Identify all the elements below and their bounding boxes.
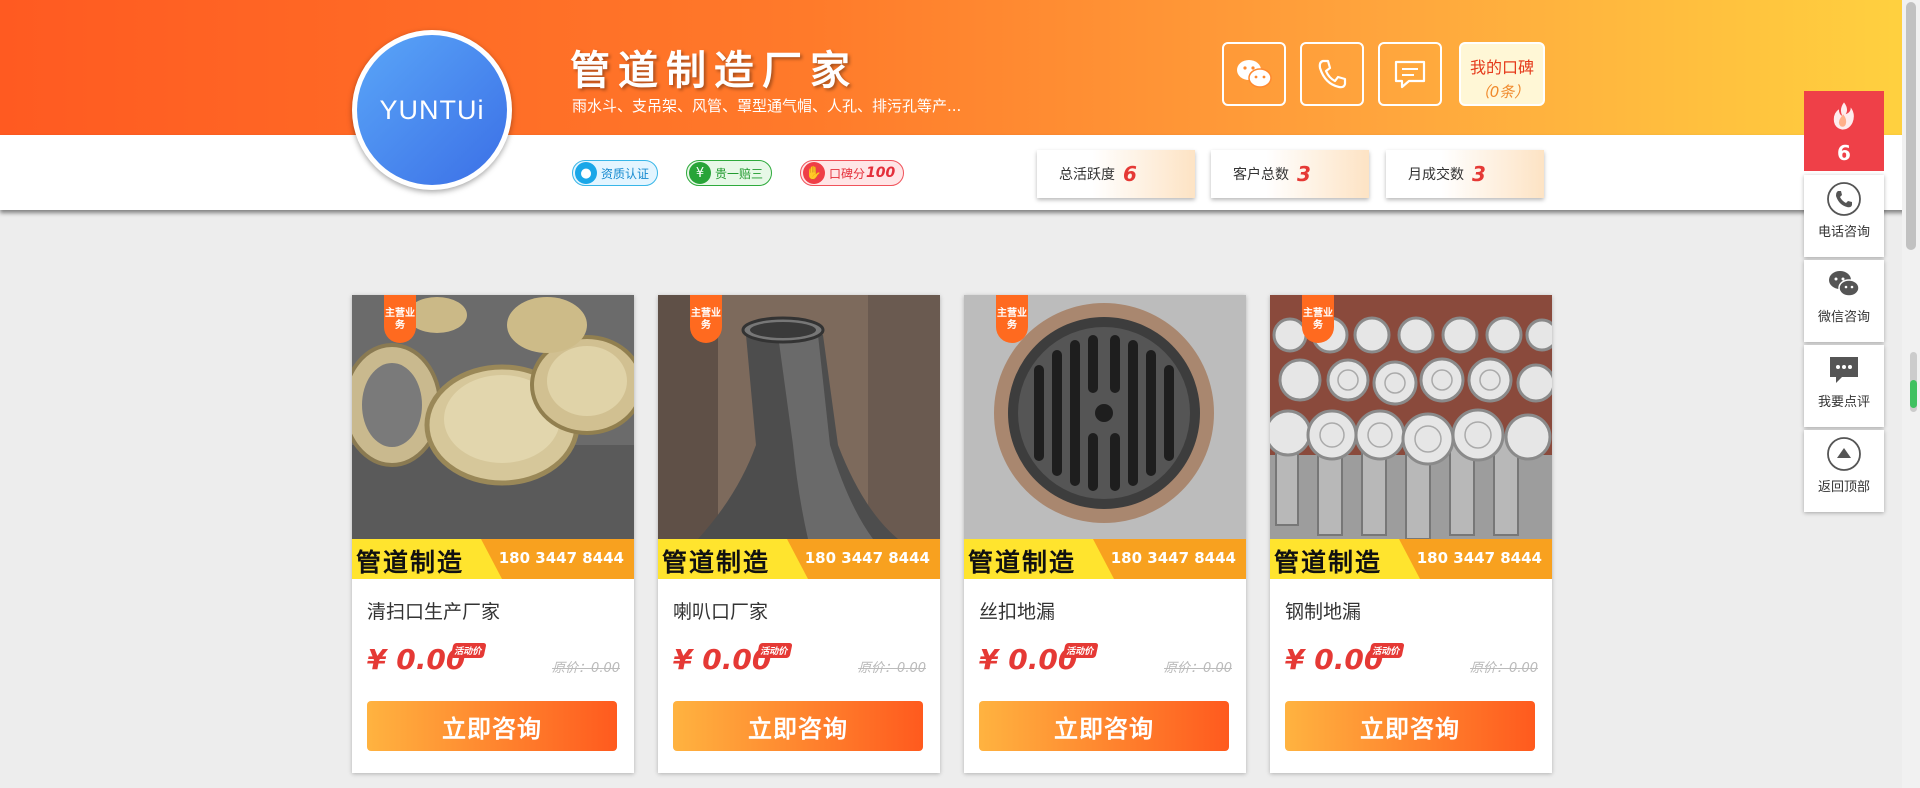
logo-text: YUNTUi bbox=[357, 35, 507, 185]
back-to-top-label: 返回顶部 bbox=[1817, 480, 1870, 495]
promo-strip: 管道制造 180 3447 8444 bbox=[352, 539, 634, 579]
original-price: 原价：0.00 bbox=[1470, 661, 1538, 676]
reputation-label: 我的口碑 bbox=[1469, 58, 1534, 77]
wechat-consult-label: 微信咨询 bbox=[1817, 310, 1870, 325]
yuan-icon: ¥ bbox=[689, 162, 711, 184]
consult-now-button[interactable]: 立即咨询 bbox=[1285, 701, 1535, 751]
promo-strip: 管道制造 180 3447 8444 bbox=[658, 539, 940, 579]
reputation-score-badge: ✋ 口碑分 100 bbox=[800, 160, 905, 186]
product-card[interactable]: 主营业务 管道制造 180 3447 8444 钢制地漏 ¥ 0.00 活动价 … bbox=[1270, 295, 1552, 773]
message-icon bbox=[1394, 60, 1426, 89]
promo-title: 管道制造 bbox=[662, 548, 771, 577]
wechat-icon bbox=[1829, 271, 1860, 297]
main-business-tag: 主营业务 bbox=[690, 295, 722, 343]
compensation-badge: ¥ 贵一赔三 bbox=[686, 160, 773, 186]
phone-icon bbox=[1318, 59, 1347, 89]
reputation-score-value: 100 bbox=[866, 165, 896, 181]
original-price: 原价：0.00 bbox=[858, 661, 926, 676]
product-price: ¥ 0.00 bbox=[367, 643, 466, 676]
promo-phone: 180 3447 8444 bbox=[498, 549, 624, 567]
stat-monthly-deals: 月成交数 3 bbox=[1386, 150, 1544, 198]
phone-icon bbox=[1827, 182, 1861, 216]
header-info-bar bbox=[0, 135, 1920, 210]
stat-value: 3 bbox=[1297, 162, 1311, 186]
product-price: ¥ 0.00 bbox=[979, 643, 1078, 676]
thumb-icon: ✋ bbox=[803, 162, 825, 184]
main-business-tag: 主营业务 bbox=[996, 295, 1028, 343]
reputation-score-label: 口碑分 bbox=[829, 166, 866, 181]
stat-total-activity: 总活跃度 6 bbox=[1037, 150, 1195, 198]
wechat-icon bbox=[1237, 60, 1272, 88]
comment-icon bbox=[1830, 357, 1858, 383]
consult-now-button[interactable]: 立即咨询 bbox=[367, 701, 617, 751]
arrow-up-icon bbox=[1827, 437, 1861, 471]
product-name[interactable]: 钢制地漏 bbox=[1285, 597, 1361, 624]
write-review-button[interactable]: 我要点评 bbox=[1804, 345, 1884, 427]
original-price: 原价：0.00 bbox=[552, 661, 620, 676]
hot-activity-widget[interactable]: 6 bbox=[1804, 91, 1884, 171]
my-reputation-button[interactable]: 我的口碑 （0条） bbox=[1459, 42, 1545, 106]
write-review-label: 我要点评 bbox=[1817, 395, 1870, 410]
promo-price-tag: 活动价 bbox=[756, 643, 793, 658]
phone-consult-label: 电话咨询 bbox=[1817, 225, 1870, 240]
message-contact-button[interactable] bbox=[1378, 42, 1442, 106]
product-name[interactable]: 丝扣地漏 bbox=[979, 597, 1055, 624]
stat-value: 6 bbox=[1123, 162, 1137, 186]
product-card[interactable]: 主营业务 管道制造 180 3447 8444 丝扣地漏 ¥ 0.00 活动价 … bbox=[964, 295, 1246, 773]
promo-title: 管道制造 bbox=[1274, 548, 1383, 577]
certification-label: 资质认证 bbox=[601, 166, 650, 181]
product-card[interactable]: 主营业务 管道制造 180 3447 8444 清扫口生产厂家 ¥ 0.00 活… bbox=[352, 295, 634, 773]
stat-total-customers: 客户总数 3 bbox=[1211, 150, 1369, 198]
stat-value: 3 bbox=[1472, 162, 1486, 186]
promo-phone: 180 3447 8444 bbox=[1110, 549, 1236, 567]
company-title: 管道制造厂家 bbox=[570, 48, 858, 94]
user-icon: ● bbox=[575, 162, 597, 184]
certification-badge: ● 资质认证 bbox=[572, 160, 659, 186]
main-business-tag: 主营业务 bbox=[384, 295, 416, 343]
stat-label: 客户总数 bbox=[1233, 167, 1289, 183]
product-card[interactable]: 主营业务 管道制造 180 3447 8444 喇叭口厂家 ¥ 0.00 活动价… bbox=[658, 295, 940, 773]
product-name[interactable]: 清扫口生产厂家 bbox=[367, 597, 500, 624]
product-price: ¥ 0.00 bbox=[1285, 643, 1384, 676]
consult-now-button[interactable]: 立即咨询 bbox=[979, 701, 1229, 751]
hot-activity-value: 6 bbox=[1837, 141, 1851, 165]
promo-title: 管道制造 bbox=[968, 548, 1077, 577]
phone-contact-button[interactable] bbox=[1300, 42, 1364, 106]
original-price: 原价：0.00 bbox=[1164, 661, 1232, 676]
reputation-count: （0条） bbox=[1474, 83, 1530, 101]
back-to-top-button[interactable]: 返回顶部 bbox=[1804, 430, 1884, 512]
compensation-label: 贵一赔三 bbox=[715, 166, 764, 181]
scrollbar-thumb[interactable] bbox=[1906, 2, 1916, 250]
promo-strip: 管道制造 180 3447 8444 bbox=[1270, 539, 1552, 579]
promo-price-tag: 活动价 bbox=[450, 643, 487, 658]
promo-price-tag: 活动价 bbox=[1368, 643, 1405, 658]
company-logo[interactable]: YUNTUi bbox=[352, 30, 512, 190]
consult-now-button[interactable]: 立即咨询 bbox=[673, 701, 923, 751]
promo-title: 管道制造 bbox=[356, 548, 465, 577]
wechat-consult-button[interactable]: 微信咨询 bbox=[1804, 260, 1884, 342]
promo-phone: 180 3447 8444 bbox=[804, 549, 930, 567]
promo-price-tag: 活动价 bbox=[1062, 643, 1099, 658]
phone-consult-button[interactable]: 电话咨询 bbox=[1804, 175, 1884, 257]
stat-label: 总活跃度 bbox=[1059, 167, 1115, 183]
company-subtitle: 雨水斗、支吊架、风管、罩型通气帽、人孔、排污孔等产... bbox=[572, 97, 962, 115]
promo-strip: 管道制造 180 3447 8444 bbox=[964, 539, 1246, 579]
page-scroll-indicator bbox=[1910, 352, 1917, 412]
product-price: ¥ 0.00 bbox=[673, 643, 772, 676]
promo-phone: 180 3447 8444 bbox=[1416, 549, 1542, 567]
main-business-tag: 主营业务 bbox=[1302, 295, 1334, 343]
flame-icon bbox=[1833, 102, 1854, 130]
stat-label: 月成交数 bbox=[1408, 167, 1464, 183]
product-name[interactable]: 喇叭口厂家 bbox=[673, 597, 768, 624]
wechat-contact-button[interactable] bbox=[1222, 42, 1286, 106]
